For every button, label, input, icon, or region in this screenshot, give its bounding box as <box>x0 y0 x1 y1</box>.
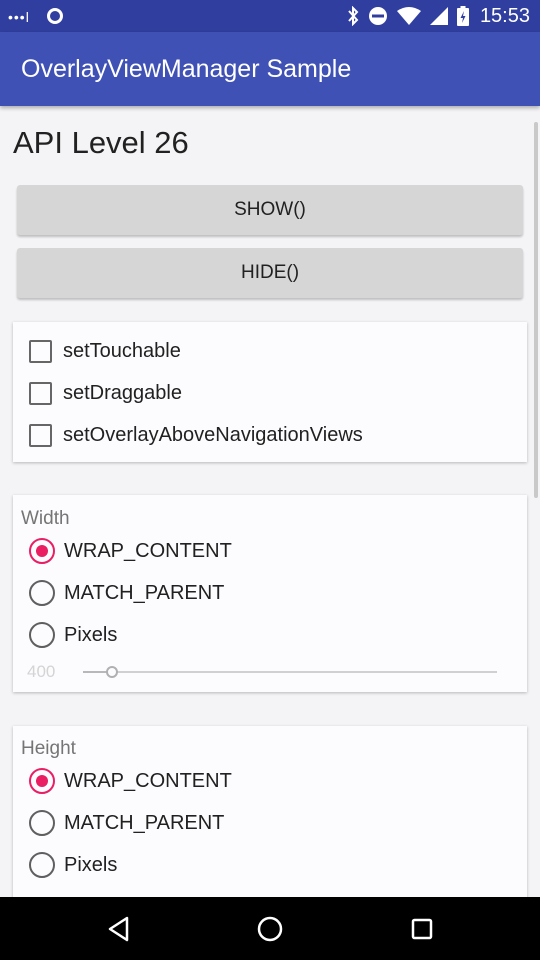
height-section-title: Height <box>21 738 76 759</box>
checkbox-label: setTouchable <box>63 339 181 362</box>
width-pixels-slider[interactable] <box>83 666 497 678</box>
height-radio-pixels[interactable]: Pixels <box>29 850 117 880</box>
signal-dots-icon: •••l <box>8 9 30 25</box>
checkbox-label: setOverlayAboveNavigationViews <box>63 423 363 446</box>
height-card: Height WRAP_CONTENT MATCH_PARENT Pixels <box>13 726 527 897</box>
radio-label: Pixels <box>64 853 118 876</box>
radio-label: WRAP_CONTENT <box>64 769 232 792</box>
app-bar: OverlayViewManager Sample <box>0 32 540 106</box>
bluetooth-icon <box>347 6 359 26</box>
height-radio-match-parent[interactable]: MATCH_PARENT <box>29 808 224 838</box>
checkbox-label: setDraggable <box>63 381 182 404</box>
slider-thumb[interactable] <box>106 666 118 678</box>
status-icons: 15:53 <box>347 0 530 32</box>
hide-button[interactable]: HIDE() <box>17 248 523 298</box>
width-section-title: Width <box>21 508 70 529</box>
radio-icon[interactable] <box>29 622 55 648</box>
api-level-label: API Level 26 <box>13 125 189 160</box>
width-radio-pixels[interactable]: Pixels <box>29 620 117 650</box>
navigation-bar <box>0 897 540 960</box>
main-content[interactable]: API Level 26 SHOW() HIDE() setTouchable … <box>0 106 540 897</box>
radio-selected-icon[interactable] <box>29 538 55 564</box>
width-pixels-value: 400 <box>27 662 56 681</box>
width-radio-wrap-content[interactable]: WRAP_CONTENT <box>29 536 232 566</box>
width-card: Width WRAP_CONTENT MATCH_PARENT Pixels 4… <box>13 495 527 692</box>
show-button[interactable]: SHOW() <box>17 185 523 235</box>
status-time: 15:53 <box>479 4 530 27</box>
checkbox-set-draggable[interactable]: setDraggable <box>29 378 182 408</box>
checkbox-set-overlay-above-navigation-views[interactable]: setOverlayAboveNavigationViews <box>29 420 363 450</box>
checkbox-icon[interactable] <box>29 423 52 447</box>
height-radio-wrap-content[interactable]: WRAP_CONTENT <box>29 766 232 796</box>
app-title: OverlayViewManager Sample <box>21 55 352 83</box>
battery-icon <box>456 6 469 26</box>
app-notification-icon <box>47 8 63 24</box>
recents-icon[interactable] <box>407 914 437 944</box>
back-icon[interactable] <box>104 914 134 944</box>
checkbox-icon[interactable] <box>29 381 52 405</box>
cellular-icon <box>429 7 448 25</box>
checkbox-icon[interactable] <box>29 339 52 363</box>
home-icon[interactable] <box>255 914 285 944</box>
scrollbar[interactable] <box>534 122 538 498</box>
radio-selected-icon[interactable] <box>29 768 55 794</box>
checkbox-set-touchable[interactable]: setTouchable <box>29 336 181 366</box>
radio-label: MATCH_PARENT <box>64 811 225 834</box>
radio-icon[interactable] <box>29 580 55 606</box>
wifi-icon <box>396 7 421 25</box>
do-not-disturb-icon <box>368 6 388 26</box>
width-radio-match-parent[interactable]: MATCH_PARENT <box>29 578 224 608</box>
radio-label: WRAP_CONTENT <box>64 539 232 562</box>
status-bar: •••l 15:53 <box>0 0 540 32</box>
radio-icon[interactable] <box>29 852 55 878</box>
radio-label: Pixels <box>64 623 118 646</box>
options-card: setTouchable setDraggable setOverlayAbov… <box>13 322 527 462</box>
radio-label: MATCH_PARENT <box>64 581 225 604</box>
radio-icon[interactable] <box>29 810 55 836</box>
